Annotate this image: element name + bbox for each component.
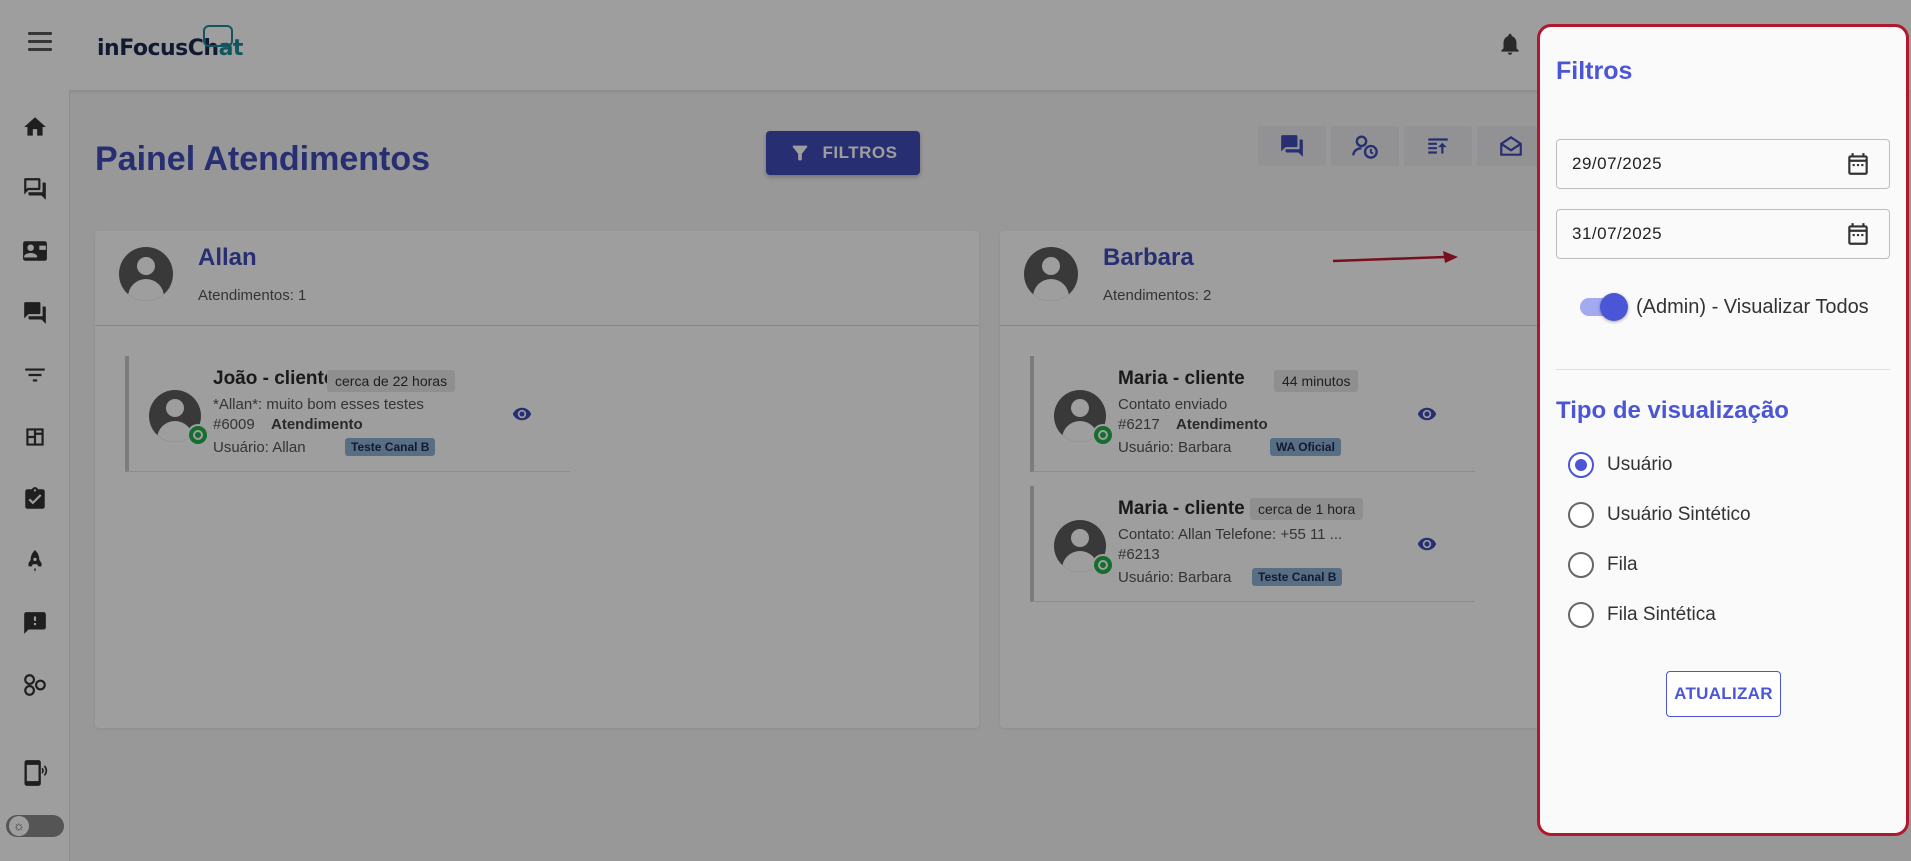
admin-view-all-toggle[interactable]: (Admin) - Visualizar Todos	[1580, 292, 1869, 322]
radio-usuario-sintetico[interactable]: Usuário Sintético	[1568, 500, 1751, 530]
filters-drawer: Filtros 29/07/2025 31/07/2025 (Admin) - …	[1537, 24, 1909, 836]
start-date-field[interactable]: 29/07/2025	[1556, 139, 1890, 189]
drawer-title: Filtros	[1556, 57, 1633, 85]
view-type-title: Tipo de visualização	[1556, 397, 1789, 424]
update-button[interactable]: ATUALIZAR	[1666, 671, 1781, 717]
divider	[1556, 369, 1890, 370]
radio-usuario[interactable]: Usuário	[1568, 450, 1672, 480]
toggle-label: (Admin) - Visualizar Todos	[1636, 295, 1869, 318]
toggle-switch[interactable]	[1580, 293, 1628, 321]
radio-label: Fila Sintética	[1607, 604, 1716, 625]
start-date-value: 29/07/2025	[1572, 154, 1663, 173]
radio-button[interactable]	[1568, 502, 1594, 528]
radio-button[interactable]	[1568, 602, 1594, 628]
calendar-icon[interactable]	[1845, 151, 1871, 177]
radio-button[interactable]	[1568, 552, 1594, 578]
radio-fila-sintetica[interactable]: Fila Sintética	[1568, 600, 1716, 630]
radio-label: Usuário Sintético	[1607, 504, 1751, 525]
radio-label: Usuário	[1607, 454, 1673, 475]
end-date-value: 31/07/2025	[1572, 224, 1663, 243]
radio-fila[interactable]: Fila	[1568, 550, 1638, 580]
radio-button[interactable]	[1568, 452, 1594, 478]
radio-label: Fila	[1607, 554, 1638, 575]
calendar-icon[interactable]	[1845, 221, 1871, 247]
end-date-field[interactable]: 31/07/2025	[1556, 209, 1890, 259]
